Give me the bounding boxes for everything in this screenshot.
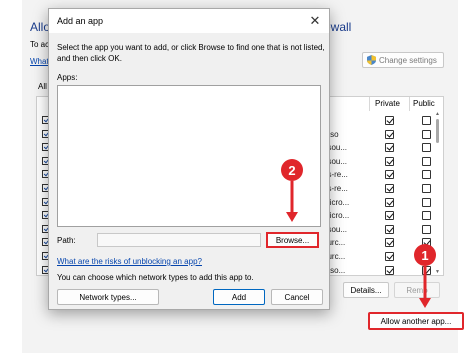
public-checkbox[interactable]: [422, 224, 431, 234]
path-label: Path:: [57, 236, 76, 245]
window-help-link[interactable]: What: [30, 57, 49, 66]
public-checkbox[interactable]: [422, 156, 431, 166]
dialog-titlebar: Add an app ✕: [49, 9, 329, 33]
public-checkbox[interactable]: [422, 197, 431, 207]
public-checkbox[interactable]: [422, 265, 431, 275]
allow-another-app-button[interactable]: Allow another app...: [368, 312, 464, 330]
public-checkbox[interactable]: [422, 170, 431, 180]
unblocking-risks-link[interactable]: What are the risks of unblocking an app?: [57, 257, 202, 266]
close-icon[interactable]: ✕: [307, 13, 323, 29]
browse-button[interactable]: Browse...: [266, 232, 319, 248]
private-checkbox[interactable]: [385, 197, 394, 207]
window-title-left: Allo: [30, 20, 51, 34]
scroll-thumb[interactable]: [436, 119, 439, 143]
shield-icon: [367, 55, 376, 65]
private-checkbox[interactable]: [385, 224, 394, 234]
private-checkbox[interactable]: [385, 170, 394, 180]
dialog-title: Add an app: [57, 16, 104, 26]
public-checkbox[interactable]: [422, 143, 431, 153]
step-marker-1: 1: [414, 244, 436, 266]
list-scrollbar[interactable]: ▲ ▼: [435, 111, 441, 275]
network-types-description: You can choose which network types to ad…: [57, 273, 254, 282]
private-checkbox[interactable]: [385, 211, 394, 221]
private-checkbox[interactable]: [385, 156, 394, 166]
private-checkbox[interactable]: [385, 129, 394, 139]
private-checkbox[interactable]: [385, 184, 394, 193]
public-checkbox[interactable]: [422, 116, 431, 125]
network-types-button[interactable]: Network types...: [57, 289, 159, 305]
private-checkbox[interactable]: [385, 143, 394, 153]
column-header-private[interactable]: Private: [375, 99, 400, 108]
scroll-down-arrow-icon[interactable]: ▼: [435, 269, 440, 275]
column-divider: [409, 97, 410, 111]
private-checkbox[interactable]: [385, 238, 394, 248]
column-divider: [369, 97, 370, 111]
public-checkbox[interactable]: [422, 211, 431, 221]
cancel-button[interactable]: Cancel: [271, 289, 323, 305]
private-checkbox[interactable]: [385, 116, 394, 125]
change-settings-button[interactable]: Change settings: [362, 52, 444, 68]
remove-button[interactable]: Remo: [394, 282, 440, 298]
path-input[interactable]: [97, 233, 261, 247]
window-subtitle: To ac: [30, 40, 50, 49]
details-button[interactable]: Details...: [343, 282, 389, 298]
scroll-up-arrow-icon[interactable]: ▲: [435, 111, 440, 117]
change-settings-label: Change settings: [379, 55, 437, 65]
step-marker-2: 2: [281, 159, 303, 181]
public-checkbox[interactable]: [422, 184, 431, 193]
private-checkbox[interactable]: [385, 265, 394, 275]
apps-listbox[interactable]: [57, 85, 321, 227]
public-checkbox[interactable]: [422, 129, 431, 139]
private-checkbox[interactable]: [385, 252, 394, 261]
allowed-apps-label: All: [38, 82, 47, 91]
add-button[interactable]: Add: [213, 289, 265, 305]
apps-label: Apps:: [57, 73, 78, 82]
column-header-public[interactable]: Public: [413, 99, 435, 108]
dialog-instructions: Select the app you want to add, or click…: [57, 43, 325, 63]
